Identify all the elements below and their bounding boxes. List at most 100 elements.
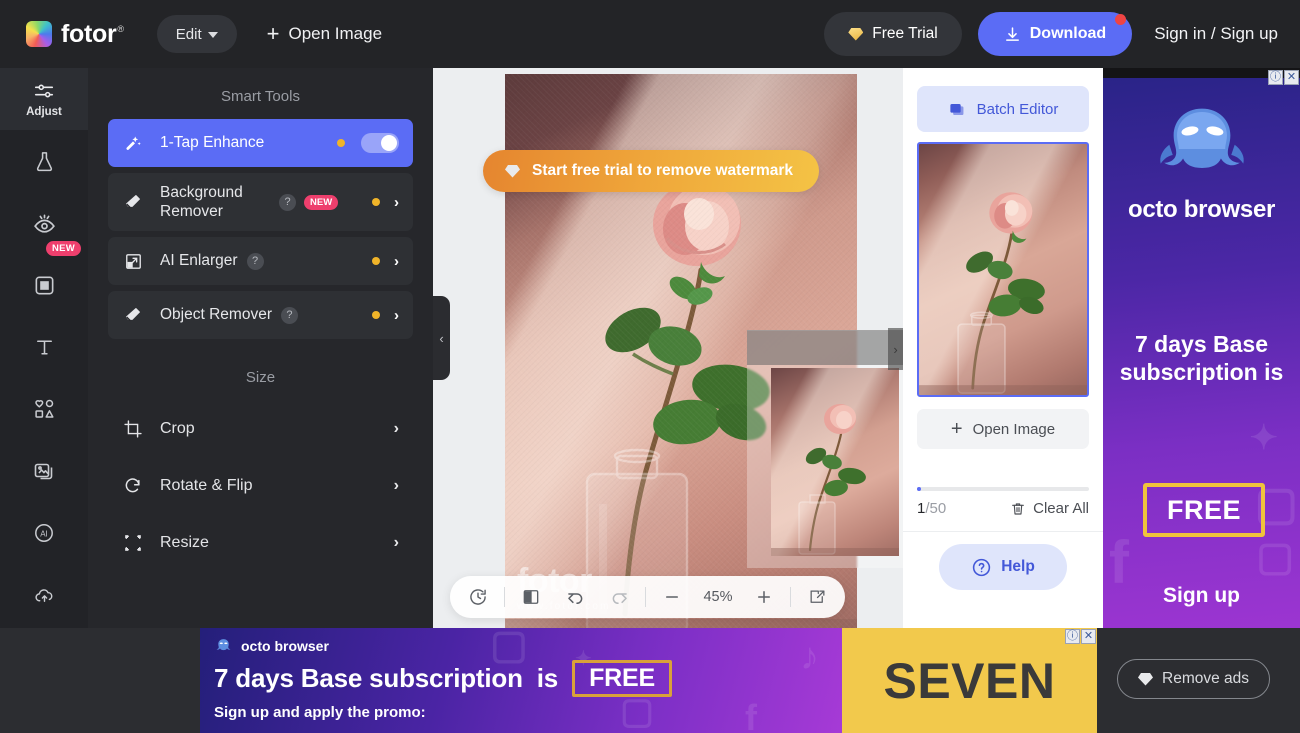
side-ad-creative[interactable]: f ▢ ♪ octo browser 7 days Base subscript… (1103, 78, 1300, 628)
sparkle-ghost-icon: ✦ (1249, 419, 1279, 457)
toolbar-divider (790, 587, 791, 607)
question-circle-icon (973, 558, 991, 576)
rail-item-text[interactable] (0, 316, 88, 378)
batch-progress-bar[interactable] (917, 487, 1089, 491)
new-badge-background-remover: NEW (304, 194, 339, 210)
batch-layers-icon (950, 103, 964, 115)
eraser-icon (122, 305, 144, 325)
side-ad-free-badge: FREE (1143, 483, 1265, 537)
tool-row-ai-enlarger[interactable]: AI Enlarger ? › (108, 237, 413, 285)
enhance-toggle-switch[interactable] (361, 133, 399, 153)
clear-all-button[interactable]: Clear All (1010, 500, 1089, 517)
size-heading: Size (245, 369, 276, 386)
canvas-bottom-toolbar: 45% (450, 576, 845, 618)
side-ad-headline: 7 days Base subscription is (1119, 331, 1284, 386)
image-thumbnail-card[interactable] (917, 142, 1089, 397)
rail-item-beauty[interactable] (0, 130, 88, 192)
tiktok-ghost-icon: ♪ (800, 636, 819, 678)
trash-icon (1012, 502, 1025, 515)
batch-editor-button[interactable]: Batch Editor (917, 86, 1089, 132)
zoom-out-button[interactable] (650, 576, 694, 618)
tool-label-background-remover: Background Remover (160, 183, 243, 220)
side-ad-controls: ⓘ ✕ (1267, 70, 1299, 85)
rotate-icon (122, 476, 144, 496)
rail-item-adjust[interactable]: Adjust (0, 68, 88, 130)
help-icon-ai-enlarger[interactable]: ? (246, 252, 264, 270)
compare-button[interactable] (509, 576, 553, 618)
menu-row-resize[interactable]: Resize › (108, 514, 413, 571)
plus-icon: + (266, 21, 280, 46)
banner-headline-row: 7 days Base subscription is FREE (214, 660, 672, 697)
collapse-right-panel-handle[interactable]: › (888, 328, 903, 370)
download-icon (1005, 26, 1019, 41)
cloud-upload-icon (34, 588, 52, 602)
free-trial-button[interactable]: Free Trial (824, 12, 962, 56)
history-button[interactable] (456, 576, 500, 618)
tool-row-1-tap-enhance[interactable]: 1-Tap Enhance (108, 119, 413, 167)
zoom-level-value[interactable]: 45% (694, 589, 742, 605)
help-icon-object-remover[interactable]: ? (280, 306, 298, 324)
toolbar-divider (504, 587, 505, 607)
floating-preview-titlebar[interactable] (747, 330, 903, 365)
banner-free-badge: FREE (572, 660, 672, 697)
eraser-icon (122, 192, 144, 212)
rail-item-frame[interactable]: NEW (0, 241, 88, 316)
floating-preview-thumbnail[interactable] (771, 368, 899, 556)
canvas-area[interactable]: fotor www.fotor.com (433, 68, 903, 628)
minus-icon (666, 596, 678, 598)
open-image-button-panel[interactable]: + Open Image (917, 409, 1089, 449)
octo-brand-name: octo browser (1127, 196, 1276, 223)
remove-ads-button[interactable]: Remove ads (1117, 659, 1271, 699)
side-ad-signup-label[interactable]: Sign up (1103, 584, 1300, 608)
batch-count-current: 1 (917, 500, 926, 517)
banner-creative-left[interactable]: ▢ ▢ ♪ f ✦ octo browser 7 days Base subsc… (200, 628, 842, 733)
batch-count-row: 1 / 50 Clear All (917, 500, 1089, 517)
close-icon[interactable]: ✕ (1081, 629, 1096, 644)
fotor-logo[interactable]: fotor® (26, 20, 124, 49)
chevron-right-icon: › (393, 533, 399, 551)
edit-menu-button[interactable]: Edit (156, 15, 237, 53)
side-advertisement[interactable]: f ▢ ♪ octo browser 7 days Base subscript… (1103, 68, 1300, 628)
close-icon[interactable]: ✕ (1284, 70, 1299, 85)
start-free-trial-banner[interactable]: Start free trial to remove watermark (483, 150, 820, 192)
banner-ad-controls: ⓘ ✕ (1064, 629, 1096, 644)
resize-icon (122, 533, 144, 553)
plus-icon (758, 591, 770, 603)
menu-row-crop[interactable]: Crop › (108, 400, 413, 457)
chevron-left-icon: ‹ (439, 330, 444, 346)
menu-row-rotate-flip[interactable]: Rotate & Flip › (108, 457, 413, 514)
undo-button[interactable] (553, 576, 597, 618)
info-icon[interactable]: ⓘ (1268, 70, 1283, 85)
rose-thumbnail-graphic (771, 404, 899, 556)
banner-creative-right[interactable]: SEVEN (842, 628, 1097, 733)
octo-browser-mascot-icon (1103, 100, 1300, 191)
fit-screen-button[interactable] (795, 576, 839, 618)
undo-arrow-icon (567, 592, 582, 604)
rail-item-cloud-upload[interactable] (0, 564, 88, 626)
instagram-ghost-icon-2: ▢ (1256, 535, 1294, 579)
tool-row-object-remover[interactable]: Object Remover ? › (108, 291, 413, 339)
toolbar-divider (645, 587, 646, 607)
panel-divider (903, 531, 1103, 532)
crop-icon (122, 419, 144, 439)
rail-item-photos[interactable] (0, 440, 88, 502)
rail-item-elements[interactable] (0, 378, 88, 440)
open-image-button-header[interactable]: + Open Image (267, 23, 382, 45)
banner-headline: 7 days Base subscription (214, 663, 523, 693)
bottom-banner-advertisement[interactable]: ▢ ▢ ♪ f ✦ octo browser 7 days Base subsc… (200, 628, 1097, 733)
help-button[interactable]: Help (939, 544, 1067, 590)
smart-tools-panel: Smart Tools 1-Tap Enhance Background Rem… (88, 68, 433, 628)
tool-row-background-remover[interactable]: Background Remover ? NEW › (108, 173, 413, 231)
remove-ads-label: Remove ads (1162, 670, 1250, 687)
zoom-in-button[interactable] (742, 576, 786, 618)
redo-button[interactable] (597, 576, 641, 618)
banner-brand-name: octo browser (241, 637, 329, 654)
rail-item-ai[interactable]: AI (0, 502, 88, 564)
menu-label-rotate-flip: Rotate & Flip (160, 476, 253, 494)
signin-signup-link[interactable]: Sign in / Sign up (1148, 24, 1284, 44)
download-button[interactable]: Download (977, 12, 1133, 56)
info-icon[interactable]: ⓘ (1065, 629, 1080, 644)
collapse-left-panel-handle[interactable]: ‹ (433, 296, 450, 380)
help-icon-background-remover[interactable]: ? (279, 193, 296, 211)
rail-label-adjust: Adjust (26, 106, 62, 118)
